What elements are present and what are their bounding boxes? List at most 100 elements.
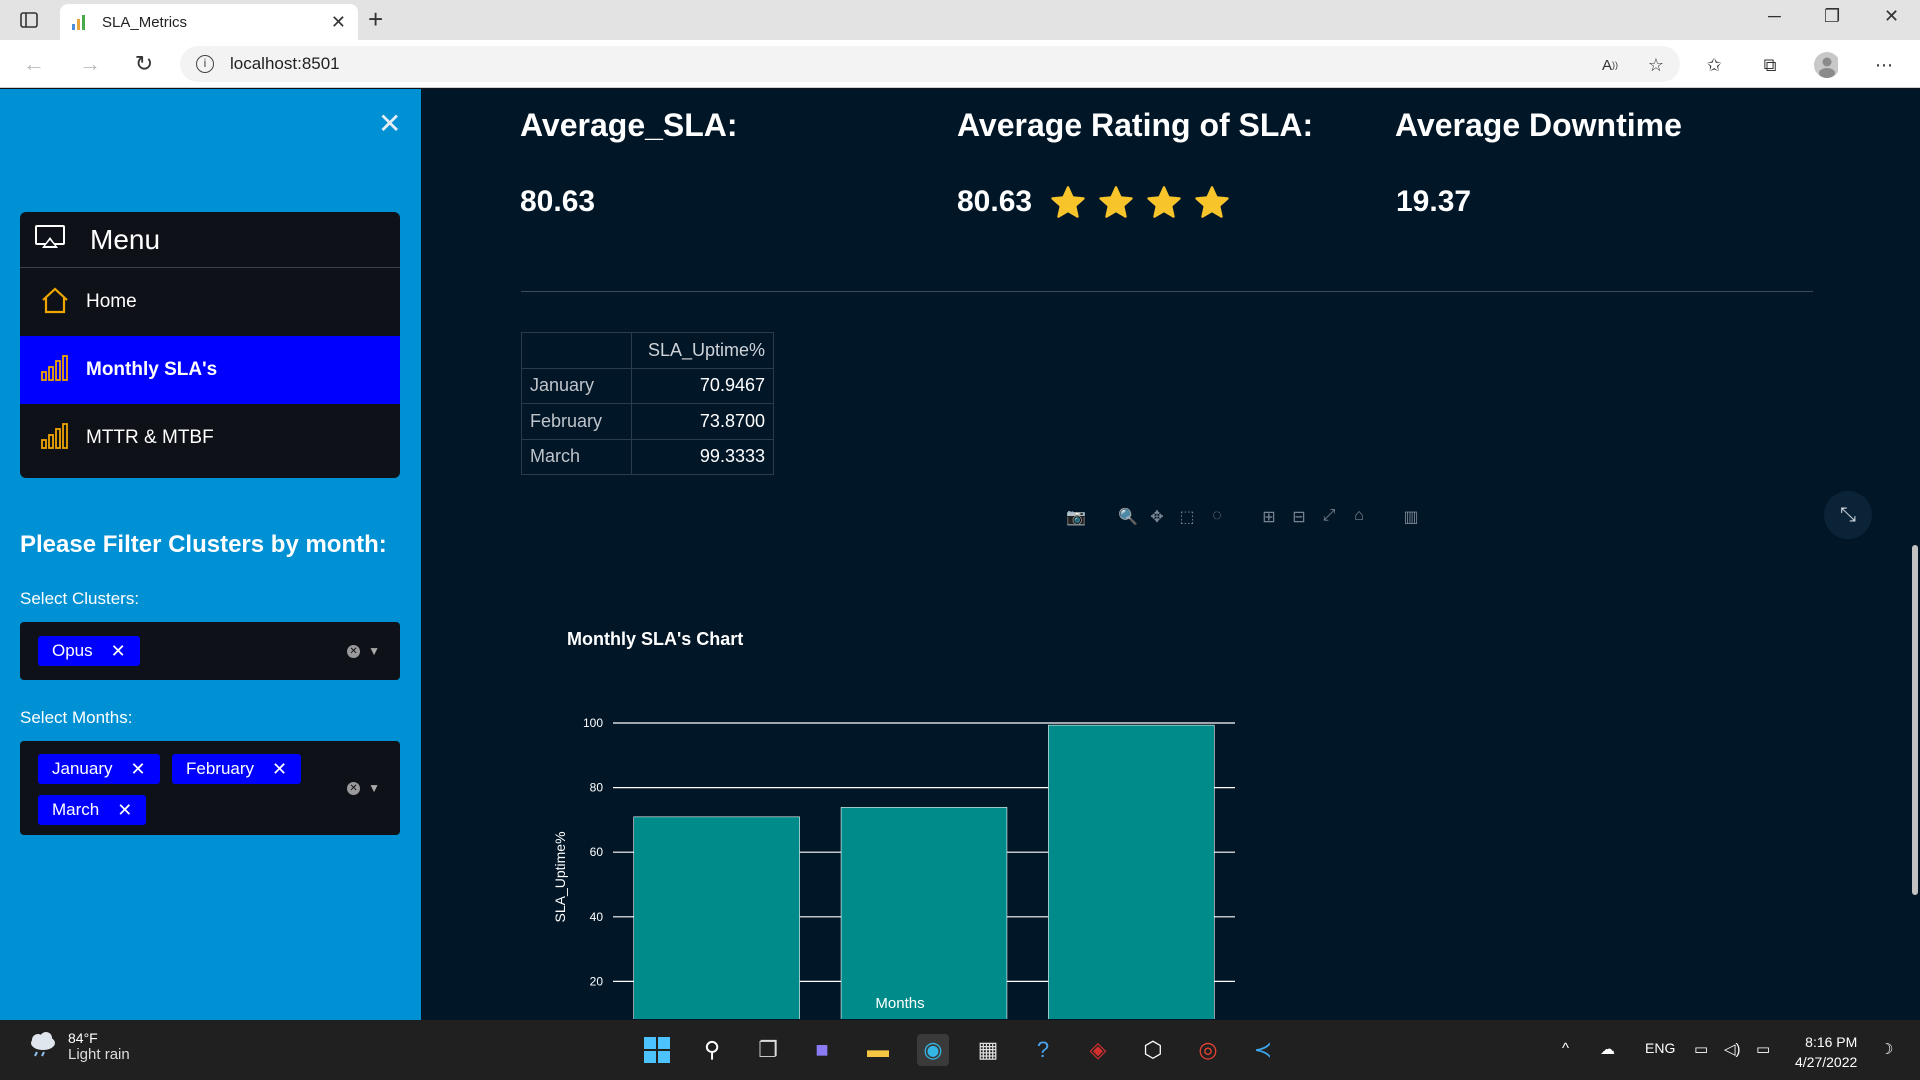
restore-icon[interactable]: ❐ xyxy=(1824,6,1840,27)
weather-temperature: 84°F xyxy=(68,1030,98,1046)
table-column-header: SLA_Uptime% xyxy=(631,332,774,369)
more-options-icon[interactable]: ⋯ xyxy=(1872,54,1896,76)
clock-time: 8:16 PM xyxy=(1805,1034,1858,1050)
pan-icon[interactable]: ✥ xyxy=(1148,507,1166,527)
zoom-out-icon[interactable]: ⊟ xyxy=(1290,507,1308,527)
table-header-row: SLA_Uptime% xyxy=(521,332,774,369)
star-icon xyxy=(1195,186,1229,218)
close-tab-icon[interactable]: ✕ xyxy=(331,12,346,33)
file-explorer-icon[interactable]: ▬ xyxy=(862,1034,894,1066)
modebar-gap xyxy=(1238,507,1248,527)
network-icon[interactable]: ▭ xyxy=(1694,1040,1708,1058)
kpi-title-average-downtime: Average Downtime xyxy=(1395,107,1682,143)
months-multiselect[interactable]: January ✕ February ✕ March ✕ ✕ ▼ xyxy=(20,741,400,835)
site-info-icon[interactable]: i xyxy=(196,55,214,73)
minimize-icon[interactable]: ─ xyxy=(1768,6,1781,27)
scrollbar[interactable] xyxy=(1912,545,1918,895)
close-sidebar-icon[interactable]: ✕ xyxy=(378,107,401,140)
menu-item-home[interactable]: Home xyxy=(20,268,400,336)
autoscale-icon[interactable]: ⤢ xyxy=(1320,507,1338,527)
sidebar: ✕ Menu Home Monthly SLA's MTTR & MTBF Pl… xyxy=(0,89,421,1020)
zoom-icon[interactable]: 🔍 xyxy=(1118,507,1138,527)
clusters-multiselect[interactable]: Opus ✕ ✕ ▼ xyxy=(20,622,400,680)
chevron-down-icon[interactable]: ▼ xyxy=(368,644,380,658)
sla-bar-chart: Monthly SLA's Chart 020406080100 January… xyxy=(552,629,1235,1019)
new-tab-button[interactable]: + xyxy=(368,6,383,32)
add-favorite-icon[interactable]: ☆ xyxy=(1644,54,1668,76)
volume-icon[interactable]: ◁) xyxy=(1724,1040,1741,1058)
remove-chip-icon[interactable]: ✕ xyxy=(111,641,126,662)
battery-icon[interactable]: ▭ xyxy=(1756,1040,1770,1058)
profile-avatar[interactable] xyxy=(1814,52,1838,78)
weather-condition: Light rain xyxy=(68,1046,130,1063)
cluster-chip[interactable]: Opus ✕ xyxy=(38,636,140,666)
lasso-select-icon[interactable]: ◌ xyxy=(1208,507,1226,527)
chrome-icon[interactable]: ◎ xyxy=(1192,1034,1224,1066)
month-chip[interactable]: February ✕ xyxy=(172,754,302,784)
chart-bar xyxy=(1048,724,1215,1019)
notification-icon[interactable]: ☽ xyxy=(1880,1040,1893,1058)
vscode-icon[interactable]: ≺ xyxy=(1247,1034,1279,1066)
chip-label: March xyxy=(52,800,100,819)
edge-icon[interactable]: ◉ xyxy=(917,1034,949,1066)
collections-icon[interactable]: ⧉ xyxy=(1758,54,1782,76)
star-rating xyxy=(1049,185,1231,221)
camera-icon[interactable]: 📷 xyxy=(1066,507,1086,527)
forward-icon[interactable]: → xyxy=(76,50,104,78)
y-tick-label: 60 xyxy=(590,845,604,859)
favorites-icon[interactable]: ✩ xyxy=(1702,54,1726,76)
bar-chart-icon xyxy=(40,354,70,386)
url-text: localhost:8501 xyxy=(230,54,340,73)
menu-item-monthly-slas[interactable]: Monthly SLA's xyxy=(20,336,400,404)
start-icon[interactable] xyxy=(641,1034,673,1066)
language-indicator[interactable]: ENG xyxy=(1645,1040,1675,1056)
chevron-down-icon[interactable]: ▼ xyxy=(368,781,380,795)
table-row-label: January xyxy=(521,367,632,404)
select-clusters-label: Select Clusters: xyxy=(20,589,140,608)
reset-axes-icon[interactable]: ⌂ xyxy=(1350,507,1368,527)
menu-item-mttr-mtbf[interactable]: MTTR & MTBF xyxy=(20,404,400,472)
clear-all-icon[interactable]: ✕ xyxy=(347,644,361,658)
url-field[interactable]: i localhost:8501 xyxy=(180,46,1680,82)
remove-chip-icon[interactable]: ✕ xyxy=(117,800,132,821)
month-chip[interactable]: March ✕ xyxy=(38,795,147,825)
onedrive-icon[interactable]: ☁ xyxy=(1600,1040,1615,1058)
remove-chip-icon[interactable]: ✕ xyxy=(272,759,287,780)
help-icon[interactable]: ? xyxy=(1027,1034,1059,1066)
month-chip[interactable]: January ✕ xyxy=(38,754,160,784)
teams-chat-icon[interactable]: ■ xyxy=(806,1034,838,1066)
clear-all-icon[interactable]: ✕ xyxy=(347,781,361,795)
chip-label: February xyxy=(186,759,255,778)
divider xyxy=(521,291,1813,292)
search-icon[interactable]: ⚲ xyxy=(696,1034,728,1066)
app-icon[interactable]: ⬡ xyxy=(1137,1034,1169,1066)
close-window-icon[interactable]: ✕ xyxy=(1884,6,1899,27)
modebar-gap xyxy=(1380,507,1390,527)
star-icon xyxy=(1147,186,1181,218)
chevron-up-icon[interactable]: ^ xyxy=(1562,1040,1569,1057)
store-icon[interactable]: ▦ xyxy=(972,1034,1004,1066)
plotly-logo-icon[interactable]: ▥ xyxy=(1402,507,1420,527)
y-tick-label: 40 xyxy=(590,910,604,924)
clock[interactable]: 8:16 PM 4/27/2022 xyxy=(1795,1032,1857,1072)
mcafee-icon[interactable]: ◈ xyxy=(1082,1034,1114,1066)
remove-chip-icon[interactable]: ✕ xyxy=(130,759,145,780)
box-select-icon[interactable]: ⬚ xyxy=(1178,507,1196,527)
task-view-icon[interactable]: ❐ xyxy=(752,1034,784,1066)
browser-tabbar: SLA_Metrics ✕ + ─ ❐ ✕ xyxy=(0,0,1920,40)
y-tick-label: 100 xyxy=(583,716,603,730)
fullscreen-icon[interactable]: ⤡ xyxy=(1824,491,1872,539)
refresh-icon[interactable]: ↻ xyxy=(130,50,158,78)
read-aloud-icon[interactable]: A)) xyxy=(1598,54,1622,76)
y-axis-label: SLA_Uptime% xyxy=(552,831,568,922)
weather-widget[interactable]: 84°F Light rain xyxy=(28,1030,130,1063)
browser-tab[interactable]: SLA_Metrics ✕ xyxy=(60,4,358,40)
zoom-in-icon[interactable]: ⊞ xyxy=(1260,507,1278,527)
tab-actions-icon[interactable] xyxy=(18,10,40,30)
back-icon[interactable]: ← xyxy=(20,50,48,78)
menu-item-label: MTTR & MTBF xyxy=(86,427,214,448)
filter-heading: Please Filter Clusters by month: xyxy=(20,531,387,558)
table-row: March 99.3333 xyxy=(521,438,774,475)
chart-y-ticks: 020406080100 xyxy=(583,716,604,988)
star-icon xyxy=(1051,186,1085,218)
